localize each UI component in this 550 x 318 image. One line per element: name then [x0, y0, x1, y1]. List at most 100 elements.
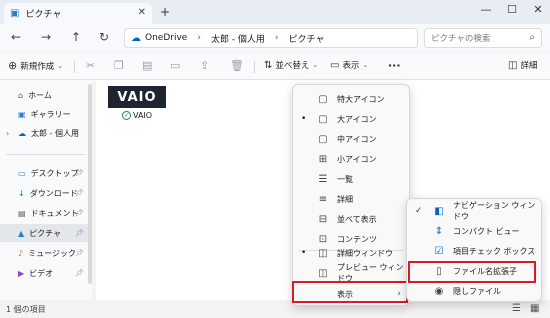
- view-button[interactable]: ▭ 表示 ⌄: [330, 59, 368, 72]
- highlight-show-item: [292, 281, 408, 303]
- view-icon: ▭: [330, 59, 340, 71]
- gallery-icon: ▣: [18, 109, 26, 119]
- details-icon: ≡: [318, 193, 328, 205]
- sort-icon: ⇅: [264, 59, 273, 71]
- sync-status-icon: ✓: [122, 111, 131, 120]
- details-view-icon[interactable]: ☰: [512, 303, 521, 314]
- tab-pictures[interactable]: ▣ ピクチャ ✕: [4, 3, 152, 24]
- breadcrumb-onedrive[interactable]: OneDrive: [145, 33, 187, 43]
- minimize-button[interactable]: —: [476, 3, 496, 16]
- menu-item-preview-pane[interactable]: ◫ プレビュー ウィンドウ: [293, 263, 409, 283]
- maximize-button[interactable]: ☐: [502, 3, 522, 16]
- menu-item-label: 並べて表示: [337, 214, 377, 224]
- download-icon: ↓: [18, 188, 25, 198]
- sidebar-item-gallery[interactable]: ▣ ギャラリー: [0, 105, 88, 123]
- back-button[interactable]: ←: [8, 30, 24, 44]
- pin-icon: 📌︎: [75, 189, 84, 197]
- sidebar-scrollbar[interactable]: [88, 84, 92, 284]
- menu-item-label: 詳細ウィンドウ: [337, 248, 393, 258]
- more-options-button[interactable]: ···: [388, 59, 401, 72]
- chevron-down-icon: ⌄: [312, 61, 319, 69]
- menu-item-small-icons[interactable]: ⊞ 小アイコン: [293, 149, 409, 169]
- sidebar-item-downloads[interactable]: ↓ ダウンロード 📌︎: [0, 184, 88, 202]
- delete-icon[interactable]: 🗑︎: [230, 59, 244, 72]
- navigation-pane: ⌂ ホーム ▣ ギャラリー › ☁ 太郎 - 個人用 ▭ デスクトップ 📌︎ ↓…: [0, 80, 92, 300]
- thumbnail-logo-text: VAIO: [117, 89, 157, 105]
- sidebar-item-label: ギャラリー: [30, 109, 71, 119]
- breadcrumb-separator: ›: [274, 33, 279, 43]
- view-menu: ▢ 特大アイコン • ▢ 大アイコン ▢ 中アイコン ⊞ 小アイコン ☰ 一覧 …: [292, 84, 410, 306]
- new-tab-button[interactable]: +: [160, 5, 170, 19]
- sidebar-item-pictures[interactable]: ▲ ピクチャ 📌︎: [0, 224, 88, 242]
- sort-button[interactable]: ⇅ 並べ替え ⌄: [264, 59, 319, 72]
- expand-chevron-icon[interactable]: ›: [6, 129, 9, 138]
- navigation-pane-icon: ◧: [434, 205, 444, 217]
- sidebar-item-videos[interactable]: ▶ ビデオ 📌︎: [0, 264, 88, 282]
- plus-circle-icon: ⊕: [8, 59, 18, 72]
- menu-item-label: 項目チェック ボックス: [453, 246, 536, 256]
- menu-item-label: 詳細: [337, 194, 353, 204]
- tiles-view-icon[interactable]: ▦: [530, 303, 539, 314]
- highlight-file-extensions-item: [408, 261, 536, 283]
- sidebar-item-music[interactable]: ♪ ミュージック 📌︎: [0, 244, 88, 262]
- sidebar-item-onedrive[interactable]: › ☁ 太郎 - 個人用: [0, 124, 88, 142]
- menu-item-extra-large-icons[interactable]: ▢ 特大アイコン: [293, 89, 409, 109]
- sidebar-item-label: ダウンロード: [29, 188, 78, 198]
- menu-item-list[interactable]: ☰ 一覧: [293, 169, 409, 189]
- refresh-button[interactable]: ↻: [96, 30, 112, 44]
- menu-item-details-pane[interactable]: • ◫ 詳細ウィンドウ: [293, 243, 409, 263]
- sidebar-item-label: ドキュメント: [30, 208, 79, 218]
- close-tab-icon[interactable]: ✕: [138, 7, 146, 18]
- details-pane-button[interactable]: ◫ 詳細: [508, 59, 537, 72]
- menu-item-large-icons[interactable]: • ▢ 大アイコン: [293, 109, 409, 129]
- search-placeholder: ピクチャの検索: [431, 34, 491, 44]
- menu-item-navigation-pane[interactable]: ✓ ◧ ナビゲーション ウィンドウ: [407, 201, 541, 221]
- file-thumbnail[interactable]: VAIO: [108, 86, 166, 108]
- pictures-folder-icon: ▣: [10, 8, 20, 19]
- menu-item-tiles[interactable]: ⊟ 並べて表示: [293, 209, 409, 229]
- address-bar[interactable]: ☁ OneDrive › 太郎 - 個人用 › ピクチャ: [124, 28, 418, 48]
- menu-item-label: コンパクト ビュー: [453, 226, 520, 236]
- menu-item-label: 一覧: [337, 174, 353, 184]
- rename-icon[interactable]: ▭: [170, 59, 180, 72]
- up-button[interactable]: ↑: [68, 30, 84, 44]
- breadcrumb-separator: ›: [197, 33, 201, 43]
- copy-icon[interactable]: ❐: [114, 59, 124, 72]
- document-icon: ▤: [18, 208, 26, 218]
- new-button[interactable]: ⊕ 新規作成 ⌄: [8, 59, 63, 72]
- menu-item-item-checkboxes[interactable]: ☑ 項目チェック ボックス: [407, 241, 541, 261]
- menu-item-details[interactable]: ≡ 詳細: [293, 189, 409, 209]
- file-name: VAIO: [133, 111, 153, 120]
- menu-item-hidden-items[interactable]: ◉ 隠しファイル: [407, 281, 541, 301]
- desktop-icon: ▭: [18, 168, 26, 178]
- menu-item-label: 大アイコン: [337, 114, 377, 124]
- menu-item-compact-view[interactable]: ⇕ コンパクト ビュー: [407, 221, 541, 241]
- list-icon: ☰: [318, 173, 328, 185]
- share-icon[interactable]: ⇪: [200, 59, 209, 72]
- paste-icon[interactable]: ▤: [142, 59, 152, 72]
- medium-icons-icon: ▢: [318, 133, 328, 145]
- menu-item-label: 小アイコン: [337, 154, 377, 164]
- search-input[interactable]: ピクチャの検索 ⌕: [424, 28, 542, 48]
- cut-icon[interactable]: ✂: [86, 59, 95, 72]
- breadcrumb-pictures[interactable]: ピクチャ: [289, 32, 325, 45]
- pin-icon: 📌︎: [75, 269, 84, 277]
- sidebar-item-desktop[interactable]: ▭ デスクトップ 📌︎: [0, 164, 88, 182]
- sidebar-item-label: デスクトップ: [30, 168, 79, 178]
- breadcrumb-user[interactable]: 太郎 - 個人用: [211, 32, 265, 45]
- new-label: 新規作成: [20, 61, 55, 72]
- music-icon: ♪: [18, 248, 24, 258]
- forward-button[interactable]: →: [38, 30, 54, 44]
- home-icon: ⌂: [18, 90, 24, 100]
- file-item[interactable]: ✓ VAIO: [122, 111, 152, 120]
- sort-label: 並べ替え: [275, 61, 310, 71]
- cloud-icon: ☁: [18, 128, 26, 138]
- sidebar-item-label: ミュージック: [28, 248, 76, 258]
- sidebar-item-documents[interactable]: ▤ ドキュメント 📌︎: [0, 204, 88, 222]
- menu-item-medium-icons[interactable]: ▢ 中アイコン: [293, 129, 409, 149]
- sidebar-item-home[interactable]: ⌂ ホーム: [0, 86, 88, 104]
- check-icon: ✓: [415, 206, 423, 216]
- view-label: 表示: [342, 61, 360, 71]
- close-window-button[interactable]: ✕: [528, 3, 548, 16]
- video-icon: ▶: [18, 268, 25, 278]
